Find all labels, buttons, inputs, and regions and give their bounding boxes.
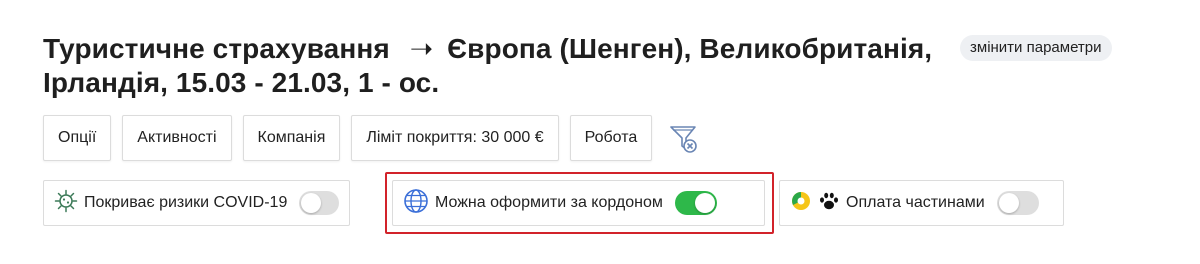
page-title: Туристичне страхування ➝ Європа (Шенген)… (43, 32, 943, 100)
title-product: Туристичне страхування (43, 33, 390, 64)
paw-icon (818, 190, 840, 217)
page-header: Туристичне страхування ➝ Європа (Шенген)… (43, 32, 943, 100)
toggle-covid[interactable]: Покриває ризики COVID-19 (43, 180, 350, 226)
filter-work[interactable]: Робота (569, 115, 653, 161)
arrow-icon: ➝ (409, 33, 434, 64)
filter-bar: Опції Активності Компанія Ліміт покриття… (43, 115, 702, 161)
clear-filters-icon[interactable] (666, 120, 702, 156)
filter-options[interactable]: Опції (43, 115, 112, 161)
highlight-frame (385, 172, 774, 234)
toggle-installments[interactable]: Оплата частинами (779, 180, 1064, 226)
filter-coverage-limit[interactable]: Ліміт покриття: 30 000 € (351, 115, 559, 161)
change-parameters-button[interactable]: змінити параметри (960, 35, 1112, 61)
toggle-covid-switch[interactable] (299, 191, 339, 215)
toggle-covid-label: Покриває ризики COVID-19 (84, 194, 288, 211)
filter-activities[interactable]: Активності (122, 115, 232, 161)
toggle-installments-label: Оплата частинами (846, 194, 985, 211)
filter-company[interactable]: Компанія (242, 115, 341, 161)
toggle-installments-switch[interactable] (996, 191, 1039, 215)
partner-logo-icon (790, 190, 812, 217)
virus-icon (54, 189, 78, 218)
